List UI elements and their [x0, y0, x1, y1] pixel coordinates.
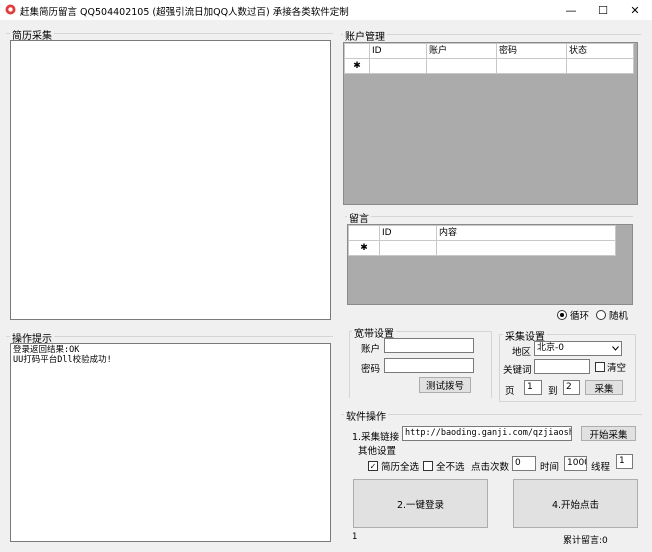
- page-label: 页: [505, 386, 515, 397]
- deselect-all-label: 全不选: [436, 462, 465, 473]
- collect-button[interactable]: 采集: [585, 380, 623, 395]
- thread-input[interactable]: 1: [616, 454, 633, 469]
- new-row-marker-icon: ✱: [344, 58, 370, 74]
- radio-unchecked-icon: [596, 310, 606, 320]
- app-logo-icon: [5, 4, 16, 15]
- ops-group-line: [6, 336, 333, 337]
- accounts-grid[interactable]: ID 账户 密码 状态 ✱: [343, 42, 638, 205]
- messages-cell[interactable]: [379, 240, 437, 256]
- accounts-col-header[interactable]: 状态: [566, 43, 634, 59]
- select-all-label: 简历全选: [381, 462, 420, 473]
- other-settings-label: 其他设置: [358, 446, 397, 457]
- messages-col-header[interactable]: ID: [379, 225, 437, 241]
- checkbox-unchecked-icon: [595, 362, 605, 372]
- region-select[interactable]: 北京-0: [534, 341, 622, 356]
- accounts-cell[interactable]: [496, 58, 567, 74]
- to-label: 到: [548, 386, 558, 397]
- clear-checkbox[interactable]: 清空: [595, 360, 626, 374]
- mode-loop-label: 循环: [570, 311, 590, 322]
- accounts-group-label: 账户管理: [343, 28, 387, 43]
- page-from-input[interactable]: 1: [524, 380, 542, 395]
- interval-input[interactable]: 1000: [564, 456, 587, 471]
- accounts-cell[interactable]: [369, 58, 427, 74]
- status-left-value: 1: [352, 532, 358, 542]
- resume-list[interactable]: [10, 40, 331, 320]
- select-all-checkbox[interactable]: ✓ 简历全选: [368, 459, 419, 473]
- region-value: 北京-0: [537, 343, 564, 353]
- maximize-button[interactable]: ☐: [587, 0, 619, 20]
- messages-corner: [348, 225, 380, 241]
- collect-link-label: 1.采集链接: [352, 432, 400, 443]
- mode-loop-radio[interactable]: 循环: [557, 308, 589, 322]
- radio-checked-icon: [557, 310, 567, 320]
- checkbox-unchecked-icon: [423, 461, 433, 471]
- one-click-login-button[interactable]: 2.一键登录: [353, 479, 488, 528]
- messages-table: ID 内容 ✱: [348, 225, 616, 256]
- clear-label: 清空: [607, 363, 627, 374]
- accounts-col-header[interactable]: 账户: [426, 43, 497, 59]
- keyword-label: 关键词: [503, 365, 532, 376]
- messages-col-header[interactable]: 内容: [436, 225, 616, 241]
- close-button[interactable]: ✕: [619, 0, 651, 20]
- start-collect-button[interactable]: 开始采集: [581, 426, 636, 441]
- start-click-button[interactable]: 4.开始点击: [513, 479, 638, 528]
- messages-cell[interactable]: [436, 240, 616, 256]
- interval-label: 时间: [540, 462, 560, 473]
- keyword-input[interactable]: [534, 359, 590, 374]
- mode-random-label: 随机: [609, 311, 629, 322]
- resume-group-line: [6, 33, 333, 34]
- chevron-down-icon: [612, 346, 619, 351]
- software-group-label: 软件操作: [344, 408, 388, 423]
- accounts-cell[interactable]: [566, 58, 634, 74]
- accounts-col-header[interactable]: 密码: [496, 43, 567, 59]
- minimize-icon: —: [565, 3, 577, 17]
- accounts-table: ID 账户 密码 状态 ✱: [344, 43, 634, 74]
- maximize-icon: ☐: [598, 3, 608, 17]
- test-dial-button[interactable]: 测试拨号: [419, 377, 471, 393]
- log-line: UU打码平台Dll校验成功!: [13, 355, 112, 365]
- new-row-marker-icon: ✱: [348, 240, 380, 256]
- click-count-label: 点击次数: [471, 462, 510, 473]
- broadband-password-input[interactable]: [384, 358, 474, 373]
- log-line: 登录返回结果:OK: [13, 345, 80, 355]
- messages-grid[interactable]: ID 内容 ✱: [347, 224, 633, 305]
- accounts-col-header[interactable]: ID: [369, 43, 427, 59]
- deselect-all-checkbox[interactable]: 全不选: [423, 459, 465, 473]
- broadband-password-label: 密码: [361, 364, 381, 375]
- accounts-corner: [344, 43, 370, 59]
- broadband-account-label: 账户: [361, 344, 381, 355]
- click-count-input[interactable]: 0: [512, 456, 536, 471]
- window-title: 赶集简历留言 QQ504402105 (超强引流日加QQ人数过百) 承接各类软件…: [20, 7, 349, 18]
- minimize-button[interactable]: —: [555, 0, 587, 20]
- mode-random-radio[interactable]: 随机: [596, 308, 628, 322]
- total-messages-label: 累计留言:0: [563, 536, 608, 546]
- broadband-account-input[interactable]: [384, 338, 474, 353]
- thread-label: 线程: [591, 462, 611, 473]
- messages-group-label: 留言: [347, 210, 371, 225]
- ops-log[interactable]: 登录返回结果:OK UU打码平台Dll校验成功!: [10, 343, 331, 542]
- collect-link-input[interactable]: http://baoding.ganji.com/qzjiaoshi/: [402, 426, 572, 441]
- accounts-cell[interactable]: [426, 58, 497, 74]
- region-label: 地区: [512, 347, 532, 358]
- messages-group-line: [345, 216, 633, 217]
- checkbox-checked-icon: ✓: [368, 461, 378, 471]
- page-to-input[interactable]: 2: [563, 380, 580, 395]
- close-icon: ✕: [630, 3, 640, 17]
